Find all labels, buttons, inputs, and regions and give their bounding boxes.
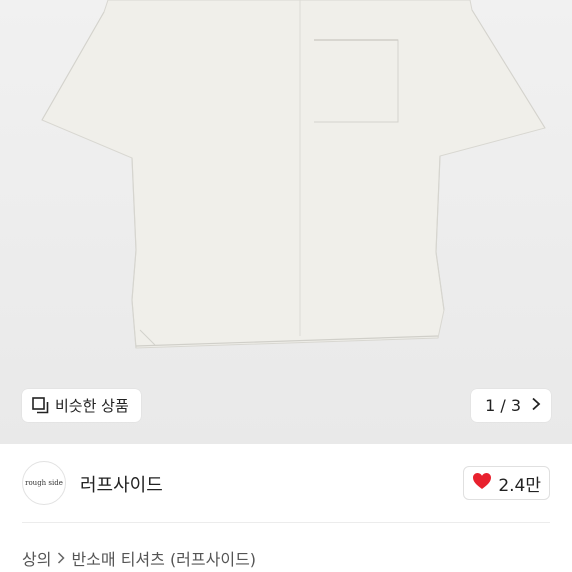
- product-image: [0, 0, 572, 444]
- similar-items-button[interactable]: 비슷한 상품: [22, 389, 141, 422]
- shop-name[interactable]: 러프사이드: [80, 471, 163, 497]
- breadcrumb-subcategory[interactable]: 반소매 티셔츠 (러프사이드): [71, 546, 256, 570]
- breadcrumb: 상의 반소매 티셔츠 (러프사이드): [22, 546, 256, 570]
- breadcrumb-category[interactable]: 상의: [22, 546, 51, 570]
- chevron-right-icon: [531, 396, 541, 415]
- like-count: 2.4만: [498, 475, 541, 496]
- product-image-carousel[interactable]: 비슷한 상품 1 / 3: [0, 0, 572, 444]
- shop-info-row[interactable]: rough side 러프사이드 2.4만: [0, 444, 572, 522]
- divider: [22, 522, 550, 523]
- like-button[interactable]: 2.4만: [463, 466, 550, 500]
- similar-items-label: 비슷한 상품: [55, 397, 129, 415]
- similar-items-icon: [32, 397, 49, 414]
- pager-text: 1 / 3: [485, 396, 521, 415]
- heart-icon: [472, 472, 492, 495]
- image-pager[interactable]: 1 / 3: [471, 389, 551, 422]
- shop-logo[interactable]: rough side: [22, 461, 66, 505]
- chevron-right-icon: [57, 549, 66, 568]
